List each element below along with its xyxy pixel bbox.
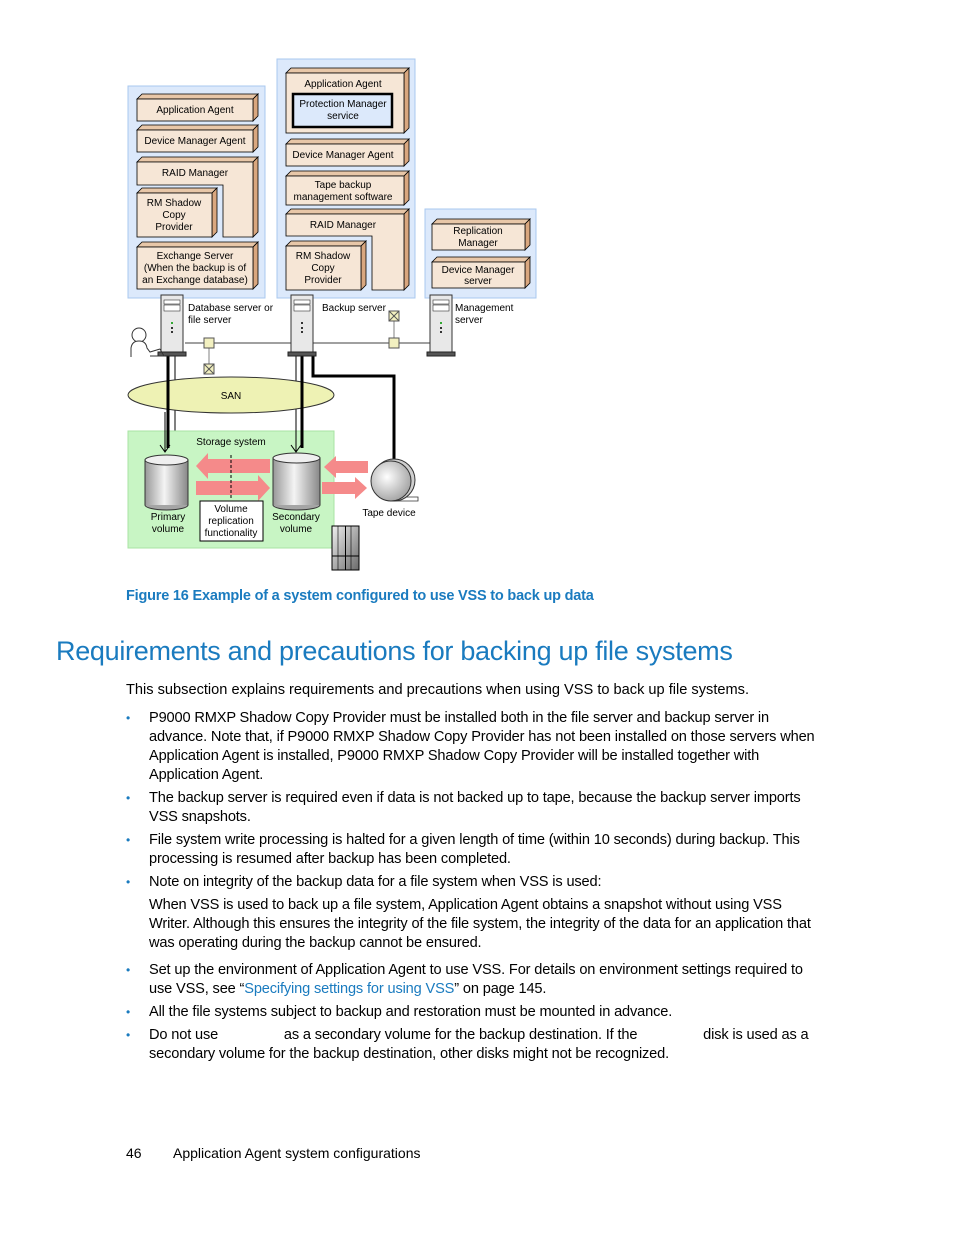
svg-text:Provider: Provider xyxy=(155,222,193,233)
svg-text:volume: volume xyxy=(280,524,313,535)
svg-text:Copy: Copy xyxy=(311,263,334,274)
svg-text:RAID Manager: RAID Manager xyxy=(310,220,377,231)
list-item: • P9000 RMXP Shadow Copy Provider must b… xyxy=(126,710,815,783)
intro-paragraph: This subsection explains requirements an… xyxy=(126,682,749,698)
db-exchange-server-box: Exchange Server (When the backup is of a… xyxy=(136,241,259,290)
db-application-agent-box: Application Agent xyxy=(136,93,259,122)
list-item: • Do not use as a secondary volume for t… xyxy=(126,1027,809,1062)
svg-text:Provider: Provider xyxy=(304,275,342,286)
backup-application-agent-box: Application Agent Protection Manager ser… xyxy=(285,67,410,134)
svg-text:Tape device: Tape device xyxy=(362,508,416,519)
volume-replication-box: Volume replication functionality xyxy=(199,500,264,542)
tape-device-icon xyxy=(370,458,419,502)
svg-text:Exchange Server: Exchange Server xyxy=(157,251,234,262)
svg-text:RM Shadow: RM Shadow xyxy=(296,251,351,262)
svg-text:Application Agent: Application Agent xyxy=(156,105,234,116)
replication-manager-box: Replication Manager xyxy=(431,218,531,251)
svg-text:Copy: Copy xyxy=(162,210,185,221)
lan-hub-2 xyxy=(388,337,400,349)
requirements-list: • P9000 RMXP Shadow Copy Provider must b… xyxy=(126,709,816,1068)
svg-text:RAID Manager: RAID Manager xyxy=(162,168,229,179)
svg-text:SAN: SAN xyxy=(221,391,242,402)
management-server-icon xyxy=(426,294,456,357)
storage-disk-graphic xyxy=(331,525,360,571)
bullet-icon: • xyxy=(126,875,131,889)
primary-volume-cylinder xyxy=(144,454,189,511)
list-item: • Set up the environment of Application … xyxy=(126,962,803,997)
svg-text:Device Manager Agent: Device Manager Agent xyxy=(292,150,393,161)
backup-device-manager-agent-box: Device Manager Agent xyxy=(285,138,410,167)
list-item: • All the file systems subject to backup… xyxy=(126,1004,673,1020)
svg-text:Application Agent: Application Agent xyxy=(304,79,382,90)
svg-text:Tape backup: Tape backup xyxy=(315,180,372,191)
svg-text:(When the backup is of: (When the backup is of xyxy=(144,263,246,274)
svg-text:functionality: functionality xyxy=(205,528,258,539)
svg-text:Device Manager Agent: Device Manager Agent xyxy=(144,136,245,147)
svg-text:Primary: Primary xyxy=(151,512,185,523)
svg-text:server: server xyxy=(455,315,483,326)
svg-text:Device Manager: Device Manager xyxy=(442,265,515,276)
secondary-volume-cylinder xyxy=(272,452,321,511)
section-heading: Requirements and precautions for backing… xyxy=(56,636,733,666)
lan-hub-1 xyxy=(203,337,215,349)
backup-server-icon xyxy=(287,294,317,357)
list-item: • Note on integrity of the backup data f… xyxy=(126,873,816,953)
svg-text:replication: replication xyxy=(208,516,254,527)
backup-rm-shadow-copy-provider-box: RM Shadow Copy Provider xyxy=(285,240,367,291)
vss-system-diagram: Application Agent Device Manager Agent R… xyxy=(127,58,537,571)
svg-text:Database server or: Database server or xyxy=(188,303,274,314)
bullet-icon: • xyxy=(126,711,131,725)
page-footer: 46 Application Agent system configuration… xyxy=(126,1145,420,1161)
backup-tape-backup-software-box: Tape backup management software xyxy=(285,170,410,206)
svg-text:Manager: Manager xyxy=(458,238,498,249)
figure-caption: Figure 16 Example of a system configured… xyxy=(126,588,594,604)
svg-text:Storage system: Storage system xyxy=(196,437,265,448)
footer-section-title: Application Agent system configurations xyxy=(173,1145,421,1161)
svg-text:Volume: Volume xyxy=(214,504,248,515)
list-item-subparagraph: When VSS is used to back up a file syste… xyxy=(149,897,811,951)
svg-text:Backup server: Backup server xyxy=(322,303,387,314)
db-server-icon xyxy=(157,294,187,357)
svg-text:Secondary: Secondary xyxy=(272,512,320,523)
bullet-icon: • xyxy=(126,1028,131,1042)
page-number: 46 xyxy=(126,1145,142,1161)
svg-text:Protection Manager: Protection Manager xyxy=(299,99,387,110)
svg-text:RM Shadow: RM Shadow xyxy=(147,198,202,209)
db-rm-shadow-copy-provider-box: RM Shadow Copy Provider xyxy=(136,187,218,238)
svg-text:Replication: Replication xyxy=(453,226,502,237)
list-item: • The backup server is required even if … xyxy=(126,790,801,825)
svg-text:an Exchange database): an Exchange database) xyxy=(142,275,248,286)
svg-text:Management: Management xyxy=(455,303,514,314)
device-manager-server-box: Device Manager server xyxy=(431,256,531,289)
bullet-icon: • xyxy=(126,833,131,847)
svg-text:service: service xyxy=(327,111,359,122)
svg-text:volume: volume xyxy=(152,524,185,535)
bullet-icon: • xyxy=(126,1005,131,1019)
bullet-icon: • xyxy=(126,963,131,977)
list-item: • File system write processing is halted… xyxy=(126,832,800,867)
db-device-manager-agent-box: Device Manager Agent xyxy=(136,124,259,153)
svg-text:management software: management software xyxy=(294,192,393,203)
svg-text:server: server xyxy=(464,276,492,287)
bullet-icon: • xyxy=(126,791,131,805)
specifying-settings-link[interactable]: Specifying settings for using VSS xyxy=(244,981,454,997)
svg-text:file server: file server xyxy=(188,315,232,326)
